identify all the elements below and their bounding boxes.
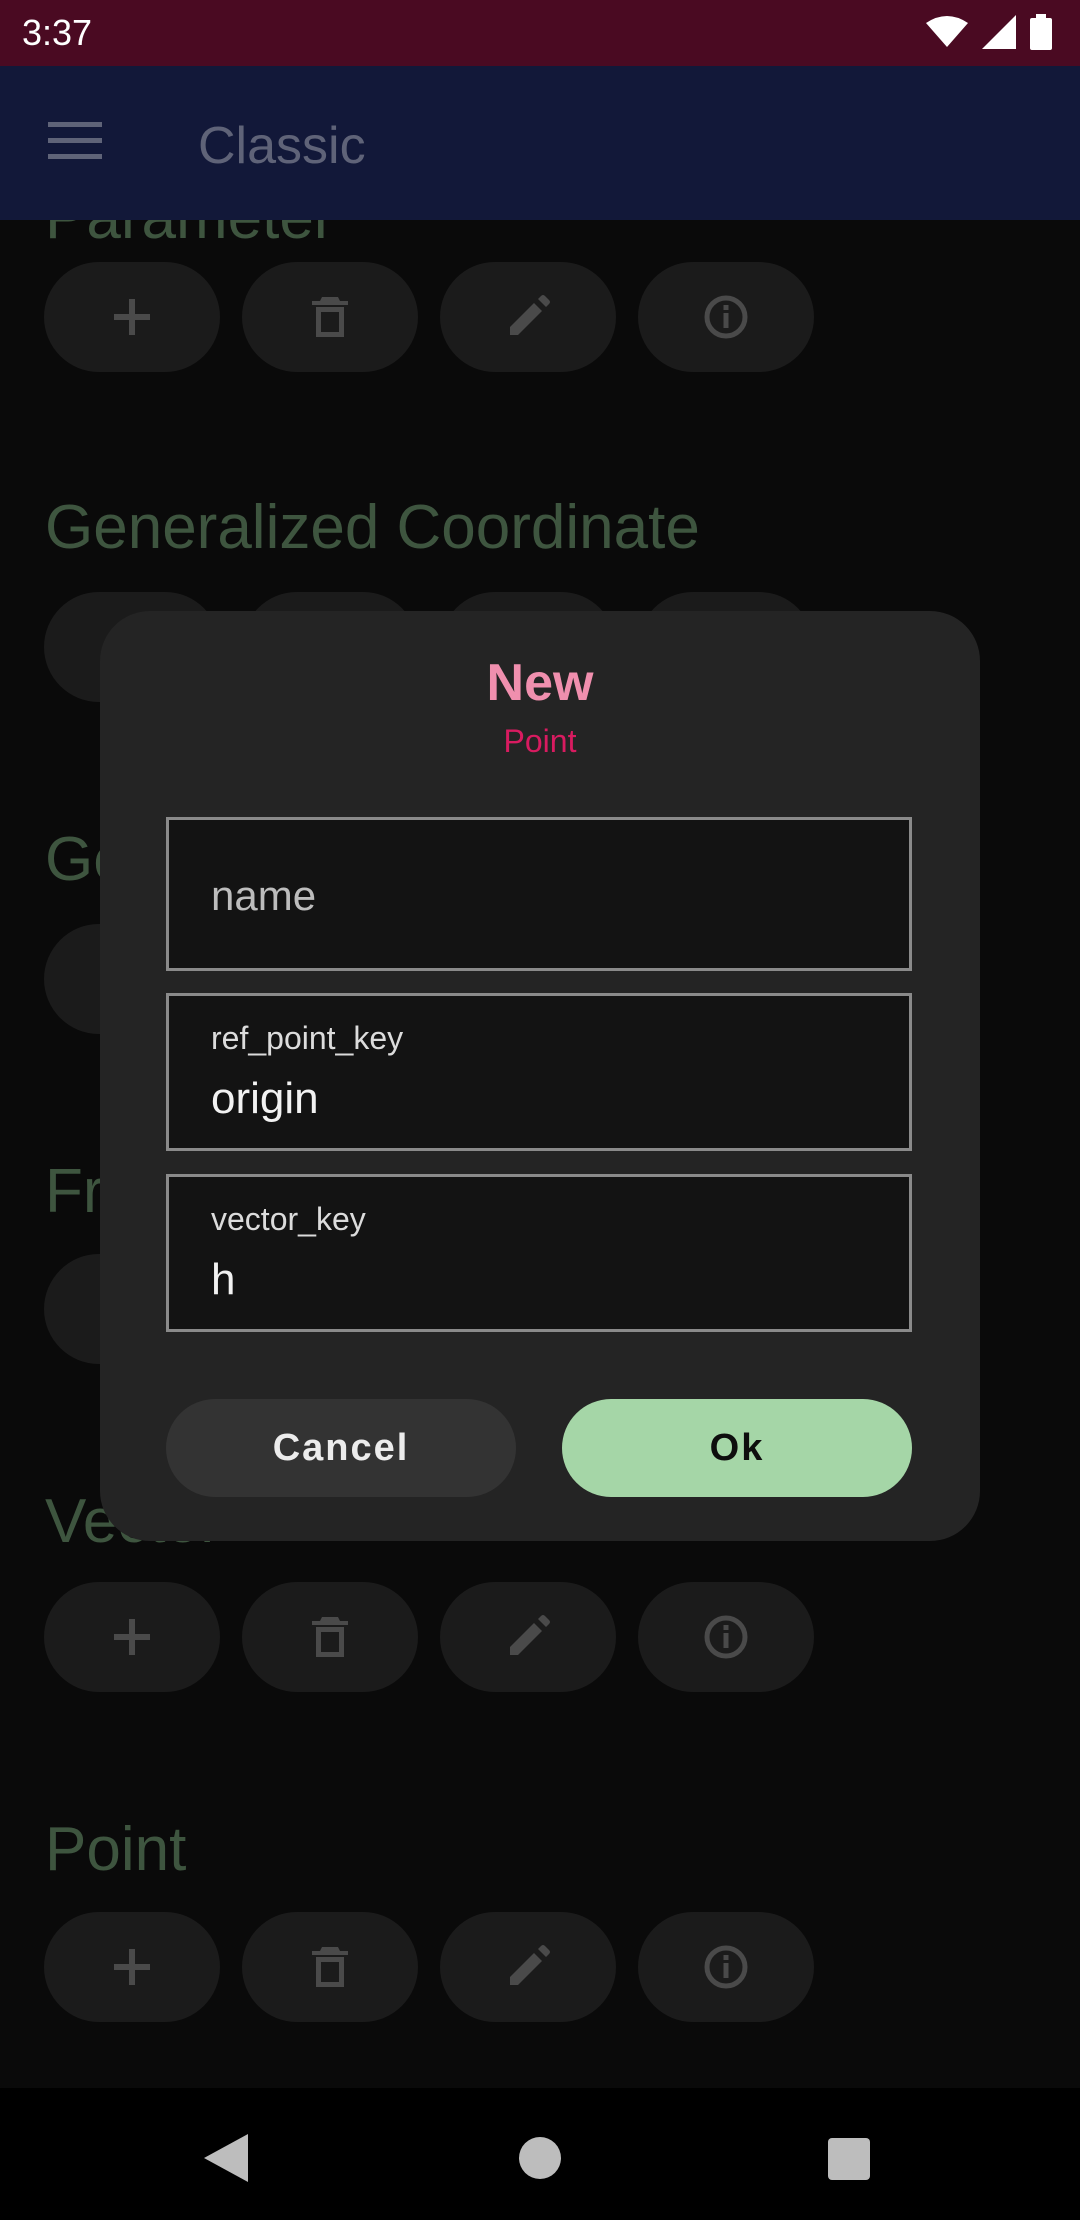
dialog-subtitle: Point [503,723,577,759]
pencil-icon [510,295,550,335]
section-title-generalized-coordinate: Generalized Coordinate [45,493,700,562]
add-button[interactable] [44,1912,220,2022]
hamburger-menu-icon[interactable] [48,120,102,162]
edit-button[interactable] [440,262,616,372]
back-icon[interactable] [204,2134,248,2182]
pencil-icon [510,1945,550,1985]
signal-icon [982,15,1016,49]
section-title-parameter: Parameter [45,220,334,253]
ref-point-key-value: origin [211,1074,319,1123]
status-bar: 3:37 [0,0,1080,66]
ok-button[interactable]: Ok [562,1399,912,1497]
name-placeholder: name [211,872,317,919]
info-button[interactable] [638,262,814,372]
delete-button[interactable] [242,1912,418,2022]
name-field[interactable]: name [166,817,912,971]
battery-icon [1030,14,1052,50]
add-button[interactable] [44,262,220,372]
navigation-bar [0,2088,1080,2220]
ref-point-key-field[interactable]: ref_point_key origin [166,993,912,1151]
new-point-dialog: New Point name ref_point_key origin vect… [100,611,980,1541]
vector-key-field[interactable]: vector_key h [166,1174,912,1332]
info-icon [704,295,748,339]
edit-button[interactable] [440,1582,616,1692]
ref-point-key-label: ref_point_key [211,1020,404,1056]
trash-icon [312,1947,348,1987]
plus-icon [114,1949,150,1985]
point-actions [44,1912,814,2022]
vector-key-label: vector_key [211,1201,366,1237]
edit-button[interactable] [440,1912,616,2022]
add-button[interactable] [44,1582,220,1692]
status-icons [926,14,1052,50]
delete-button[interactable] [242,262,418,372]
info-icon [704,1945,748,1989]
plus-icon [114,1619,150,1655]
section-title-fr: Fr [45,1157,104,1226]
home-icon[interactable] [518,2136,562,2180]
delete-button[interactable] [242,1582,418,1692]
vector-actions [44,1582,814,1692]
cancel-button[interactable]: Cancel [166,1399,516,1497]
trash-icon [312,1617,348,1657]
section-title-point: Point [45,1815,187,1884]
trash-icon [312,297,348,337]
app-title: Classic [198,117,366,175]
parameter-actions [44,262,814,372]
recents-icon[interactable] [828,2138,870,2180]
app-bar: Classic [0,66,1080,220]
vector-key-value: h [211,1255,236,1304]
info-button[interactable] [638,1912,814,2022]
pencil-icon [510,1615,550,1655]
info-icon [704,1615,748,1659]
plus-icon [114,299,150,335]
wifi-icon [926,16,968,47]
dialog-title: New [486,654,594,712]
status-time: 3:37 [22,12,93,53]
info-button[interactable] [638,1582,814,1692]
